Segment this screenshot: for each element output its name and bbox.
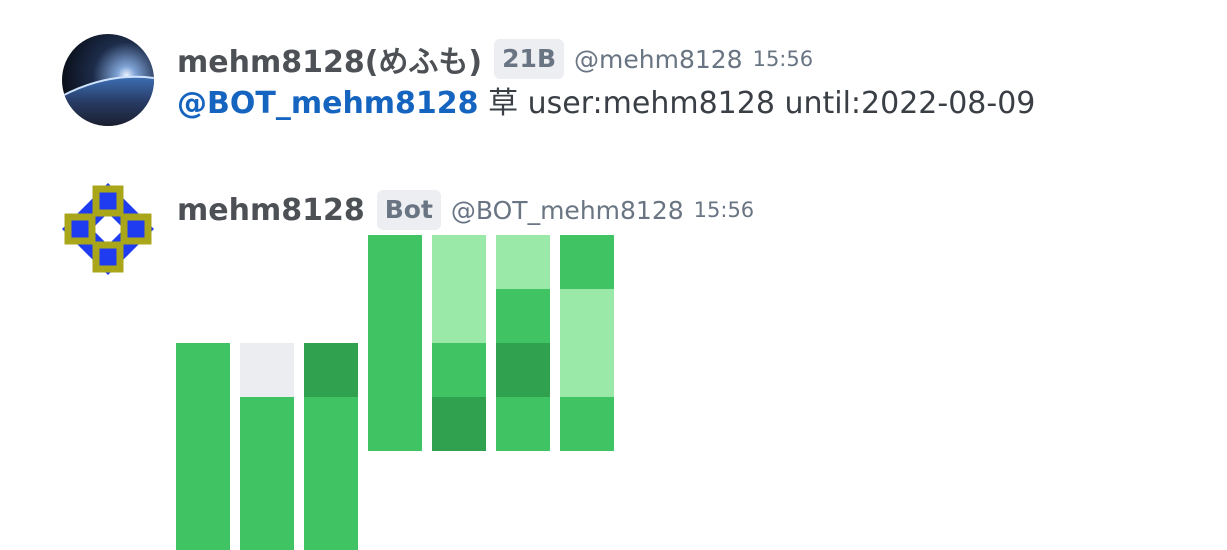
bot-avatar[interactable] (62, 183, 154, 275)
contribution-cell (368, 289, 422, 343)
contribution-cell (304, 397, 358, 451)
message-body: @BOT_mehm8128 草 user:mehm8128 until:2022… (177, 82, 1035, 126)
contribution-cell (240, 343, 294, 397)
message-header: mehm8128 Bot @BOT_mehm8128 15:56 (177, 187, 754, 233)
contribution-cell (496, 343, 550, 397)
user-handle[interactable]: @BOT_mehm8128 (451, 196, 684, 225)
message-time[interactable]: 15:56 (694, 198, 755, 222)
mention-link[interactable]: @BOT_mehm8128 (177, 86, 479, 121)
contribution-cell (560, 397, 614, 451)
user-avatar[interactable] (62, 34, 154, 126)
contribution-cell (560, 235, 614, 289)
user-handle[interactable]: @mehm8128 (574, 45, 743, 74)
contribution-cell (432, 235, 486, 289)
display-name[interactable]: mehm8128(めふも) (177, 37, 482, 81)
contribution-cell (560, 343, 614, 397)
contribution-cell (560, 289, 614, 343)
contribution-cell (240, 505, 294, 550)
bot-pattern-icon (62, 183, 154, 275)
contribution-cell (368, 397, 422, 451)
contribution-cell (240, 397, 294, 451)
contribution-cell (432, 289, 486, 343)
contribution-cell (304, 505, 358, 550)
message-text: 草 user:mehm8128 until:2022-08-09 (488, 86, 1036, 121)
contribution-cell (176, 451, 230, 505)
contribution-cell (176, 397, 230, 451)
user-badge: 21B (494, 39, 565, 79)
contribution-cell (496, 397, 550, 451)
contribution-cell (240, 451, 294, 505)
contribution-cell (432, 343, 486, 397)
message-header: mehm8128(めふも) 21B @mehm8128 15:56 (177, 36, 813, 82)
bot-badge: Bot (376, 190, 441, 230)
contribution-cell (368, 343, 422, 397)
contribution-cell (176, 343, 230, 397)
contribution-cell (496, 289, 550, 343)
contribution-cell (304, 451, 358, 505)
message-time[interactable]: 15:56 (753, 47, 814, 71)
contribution-cell (304, 343, 358, 397)
contribution-cell (176, 505, 230, 550)
contribution-cell (368, 235, 422, 289)
display-name[interactable]: mehm8128 (177, 193, 365, 228)
earth-horizon-icon (62, 34, 154, 126)
contribution-cell (432, 397, 486, 451)
contribution-cell (496, 235, 550, 289)
